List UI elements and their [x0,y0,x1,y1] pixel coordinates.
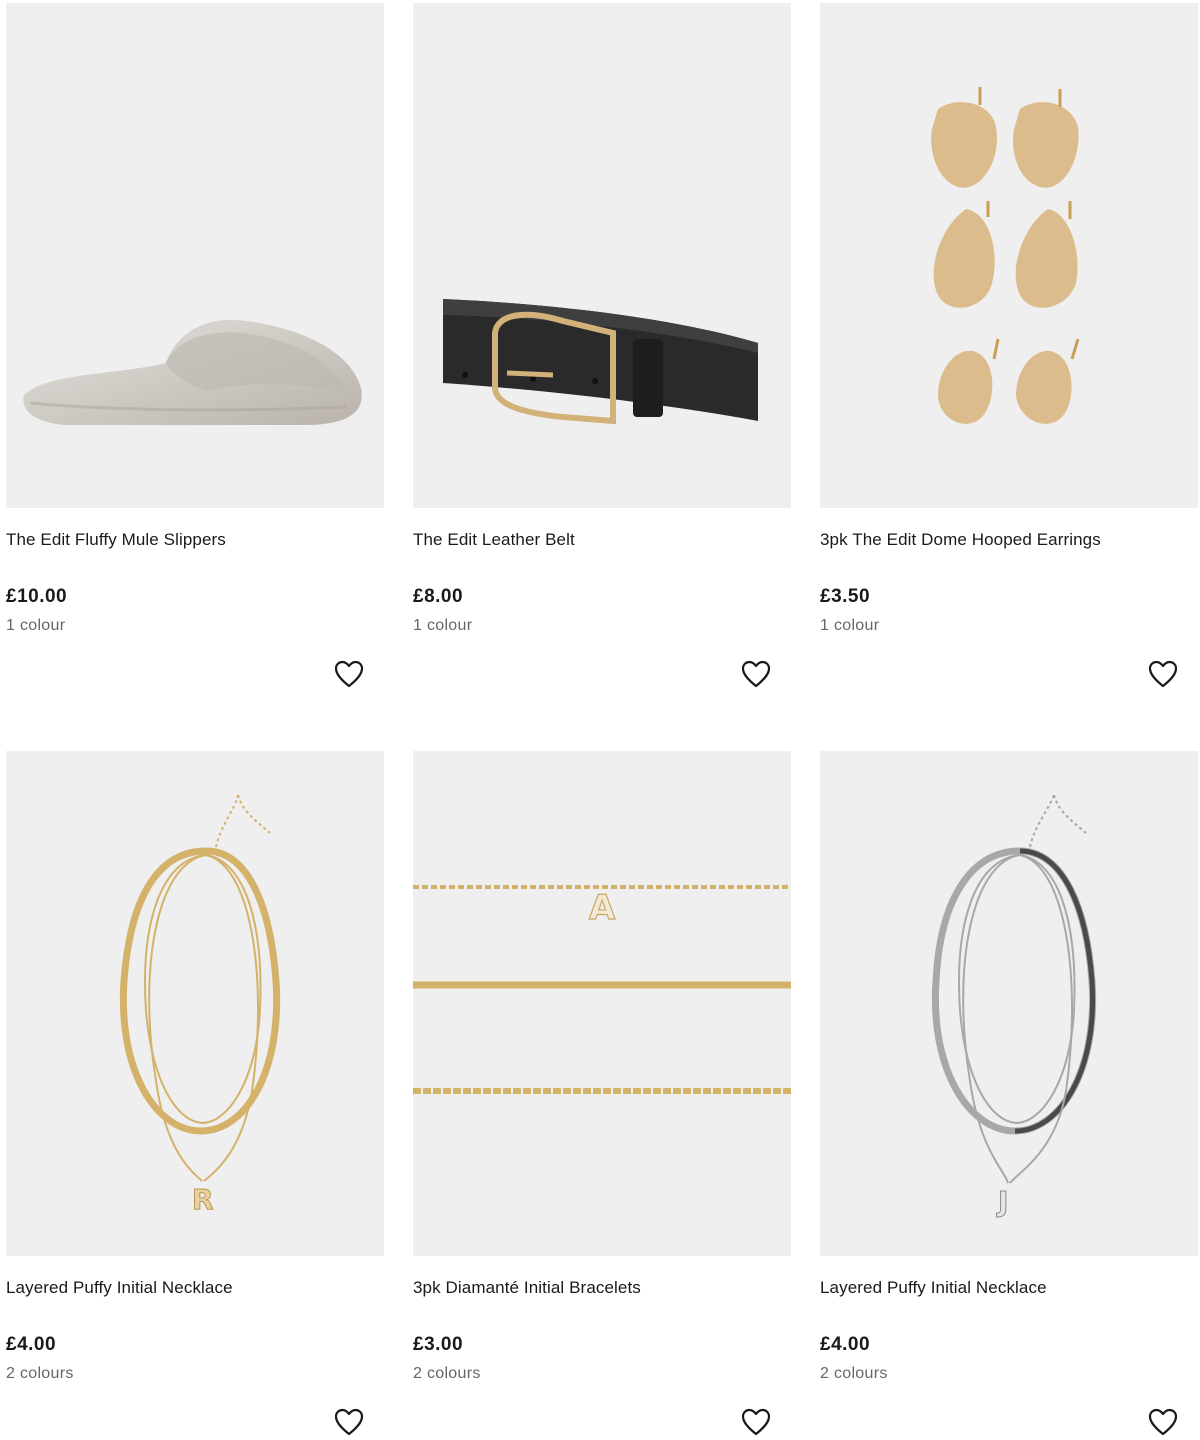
product-name[interactable]: 3pk The Edit Dome Hooped Earrings [820,530,1101,550]
product-card[interactable]: The Edit Leather Belt £8.00 1 colour [413,3,791,688]
colour-count: 1 colour [6,617,66,634]
initial-pendant: R [192,1183,214,1216]
colour-count: 1 colour [413,617,473,634]
colour-count: 1 colour [820,617,880,634]
product-card[interactable]: The Edit Fluffy Mule Slippers £10.00 1 c… [6,3,384,688]
product-image-silver-necklace-j[interactable]: J [820,751,1198,1256]
heart-outline-icon [741,660,771,688]
colour-count: 2 colours [413,1365,481,1382]
wishlist-button[interactable] [738,656,774,692]
product-name[interactable]: The Edit Fluffy Mule Slippers [6,530,226,550]
product-name[interactable]: Layered Puffy Initial Necklace [820,1278,1047,1298]
product-image-dome-earrings[interactable] [820,3,1198,508]
product-card[interactable]: 3pk The Edit Dome Hooped Earrings £3.50 … [820,3,1198,688]
product-image-leather-belt[interactable] [413,3,791,508]
product-price: £3.50 [820,586,871,607]
product-price: £8.00 [413,586,464,607]
product-card[interactable]: J Layered Puffy Initial Necklace £4.00 2… [820,751,1198,1436]
initial-pendant: J [996,1185,1008,1218]
wishlist-button[interactable] [738,1404,774,1440]
initial-charm: A [589,888,616,928]
product-price: £4.00 [820,1334,871,1355]
product-name[interactable]: 3pk Diamanté Initial Bracelets [413,1278,641,1298]
wishlist-button[interactable] [331,1404,367,1440]
colour-count: 2 colours [820,1365,888,1382]
product-grid: The Edit Fluffy Mule Slippers £10.00 1 c… [0,0,1200,1439]
heart-outline-icon [1148,1408,1178,1436]
product-name[interactable]: The Edit Leather Belt [413,530,575,550]
heart-outline-icon [334,1408,364,1436]
product-card[interactable]: R Layered Puffy Initial Necklace £4.00 2… [6,751,384,1436]
product-name[interactable]: Layered Puffy Initial Necklace [6,1278,233,1298]
product-image-gold-bracelets[interactable]: A [413,751,791,1256]
product-card[interactable]: A 3pk Diamanté Initial Bracelets £3.00 2… [413,751,791,1436]
product-image-gold-necklace-r[interactable]: R [6,751,384,1256]
product-image-fluffy-slipper[interactable] [6,3,384,508]
wishlist-button[interactable] [331,656,367,692]
product-price: £3.00 [413,1334,464,1355]
heart-outline-icon [334,660,364,688]
heart-outline-icon [741,1408,771,1436]
colour-count: 2 colours [6,1365,74,1382]
wishlist-button[interactable] [1145,1404,1181,1440]
heart-outline-icon [1148,660,1178,688]
wishlist-button[interactable] [1145,656,1181,692]
product-price: £4.00 [6,1334,57,1355]
product-price: £10.00 [6,586,68,607]
